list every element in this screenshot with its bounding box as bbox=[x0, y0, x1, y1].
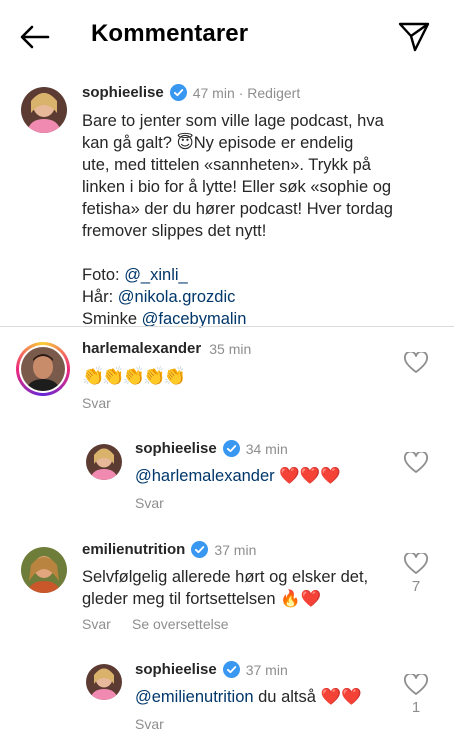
comment-header: sophieelise 34 min bbox=[135, 440, 288, 457]
reply-button[interactable]: Svar bbox=[82, 395, 111, 411]
page-title: Kommentarer bbox=[91, 20, 249, 47]
verified-badge-icon bbox=[169, 84, 187, 101]
comment-text: 👏👏👏👏👏 bbox=[82, 366, 186, 386]
comment-header: emilienutrition 37 min bbox=[82, 541, 256, 558]
top-bar: Kommentarer bbox=[0, 0, 454, 72]
heart-icon[interactable] bbox=[404, 450, 428, 474]
reply-button[interactable]: Svar bbox=[82, 616, 111, 632]
comment-avatar[interactable] bbox=[21, 547, 67, 593]
caption-line: fremover slippes det nytt! bbox=[82, 222, 267, 240]
caption-line: fetisha» der du hører podcast! Hver tord… bbox=[82, 200, 393, 218]
comment-username[interactable]: sophieelise bbox=[135, 440, 217, 457]
caption-line: linken i bio for å lytte! Eller søk «sop… bbox=[82, 178, 392, 196]
comment-text: @emilienutrition du altså ❤️❤️ bbox=[135, 686, 362, 708]
caption-line: ute, med tittelen «sannheten». Trykk på bbox=[82, 156, 371, 174]
mention-link[interactable]: @harlemalexander bbox=[135, 467, 275, 485]
mention-link[interactable]: @emilienutrition bbox=[135, 688, 254, 706]
heart-icon[interactable] bbox=[404, 551, 428, 575]
verified-badge-icon bbox=[191, 541, 209, 558]
comment-header: harlemalexander 35 min bbox=[82, 340, 251, 357]
comment-emoji: ❤️❤️❤️ bbox=[279, 467, 341, 485]
like-count: 7 bbox=[411, 578, 421, 595]
hair-credit: Hår: @nikola.grozdic bbox=[82, 286, 432, 308]
caption-line: Bare to jenter som ville lage podcast, h… bbox=[82, 112, 384, 130]
reply-button[interactable]: Svar bbox=[135, 716, 164, 732]
comment-username[interactable]: emilienutrition bbox=[82, 541, 185, 558]
divider bbox=[0, 326, 454, 327]
like-count: 1 bbox=[411, 699, 421, 716]
photo-handle-link[interactable]: @_xinli_ bbox=[124, 266, 188, 284]
comment-avatar[interactable] bbox=[86, 664, 122, 700]
comment-time: 37 min bbox=[214, 541, 257, 558]
reply-button[interactable]: Svar bbox=[135, 495, 164, 511]
verified-badge-icon bbox=[222, 661, 240, 678]
comment-username[interactable]: sophieelise bbox=[135, 661, 217, 678]
comment-body: du altså ❤️❤️ bbox=[253, 688, 362, 706]
credit-label: Hår: bbox=[82, 288, 118, 306]
caption-username[interactable]: sophieelise bbox=[82, 84, 164, 101]
heart-icon[interactable] bbox=[404, 350, 428, 374]
back-arrow-icon[interactable] bbox=[18, 20, 52, 54]
paper-plane-icon[interactable] bbox=[396, 18, 432, 54]
caption-avatar[interactable] bbox=[21, 87, 67, 133]
comment-avatar[interactable] bbox=[86, 444, 122, 480]
caption-edited: · Redigert bbox=[238, 84, 301, 101]
comment-text: @harlemalexander ❤️❤️❤️ bbox=[135, 465, 341, 487]
verified-badge-icon bbox=[222, 440, 240, 457]
comment-avatar-story[interactable] bbox=[16, 342, 70, 396]
heart-icon[interactable] bbox=[404, 672, 428, 696]
comment-text: Selvfølgelig allerede hørt og elsker det… bbox=[82, 566, 402, 610]
caption-header: sophieelise 47 min · Redigert bbox=[82, 84, 300, 101]
comment-header: sophieelise 37 min bbox=[135, 661, 288, 678]
caption-time: 47 min bbox=[192, 84, 235, 101]
comment-line: Selvfølgelig allerede hørt og elsker det… bbox=[82, 568, 369, 586]
comment-time: 35 min bbox=[209, 340, 252, 357]
see-translation-button[interactable]: Se oversettelse bbox=[132, 616, 229, 632]
comment-username[interactable]: harlemalexander bbox=[82, 340, 201, 357]
credit-label: Foto: bbox=[82, 266, 125, 284]
photo-credit: Foto: @_xinli_ bbox=[82, 264, 432, 286]
caption-line: kan gå galt? 😇Ny episode er endelig bbox=[82, 134, 354, 152]
caption-text: Bare to jenter som ville lage podcast, h… bbox=[82, 110, 432, 330]
comment-time: 34 min bbox=[245, 440, 288, 457]
comment-line: gleder meg til fortsettelsen 🔥❤️ bbox=[82, 590, 322, 608]
comment-time: 37 min bbox=[245, 661, 288, 678]
hair-handle-link[interactable]: @nikola.grozdic bbox=[118, 288, 236, 306]
